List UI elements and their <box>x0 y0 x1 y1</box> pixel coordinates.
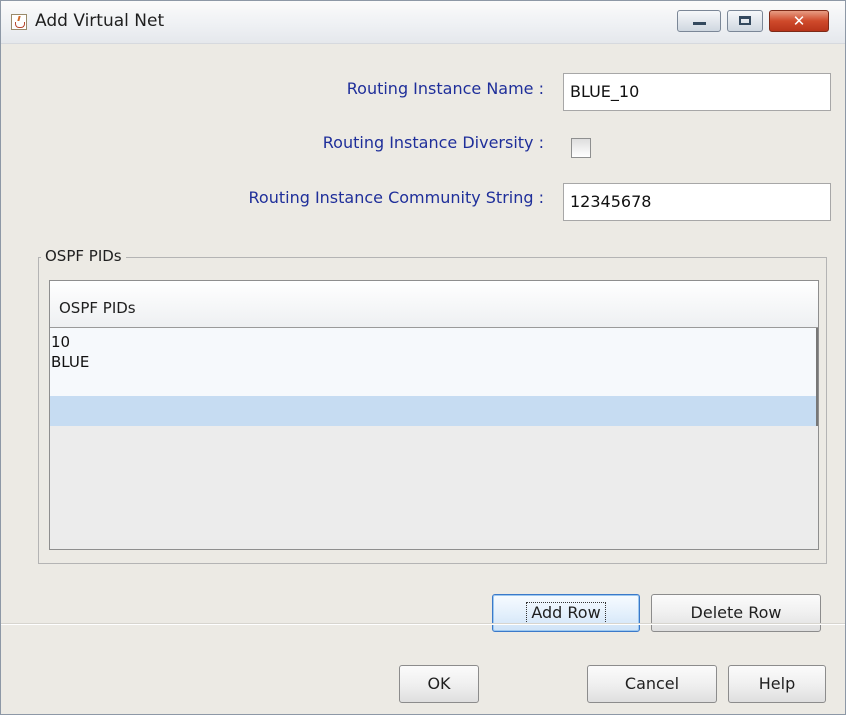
maximize-button[interactable] <box>727 10 763 32</box>
routing-instance-community-string-field[interactable]: 12345678 <box>563 183 831 221</box>
cancel-label: Cancel <box>624 674 680 693</box>
ok-button[interactable]: OK <box>399 665 479 703</box>
cancel-button[interactable]: Cancel <box>587 665 717 703</box>
close-icon: ✕ <box>792 12 806 30</box>
table-row-selected[interactable] <box>50 396 816 426</box>
delete-row-button[interactable]: Delete Row <box>651 594 821 632</box>
delete-row-label: Delete Row <box>690 603 782 622</box>
close-button[interactable]: ✕ <box>769 10 829 32</box>
routing-instance-diversity-label: Routing Instance Diversity : <box>322 133 544 152</box>
ospf-pids-column-header[interactable]: OSPF PIDs <box>50 281 818 328</box>
help-label: Help <box>758 674 796 693</box>
add-row-button[interactable]: Add Row <box>492 594 640 632</box>
ospf-pids-rows: 10 BLUE <box>50 328 818 426</box>
add-row-label: Add Row <box>526 602 606 624</box>
minimize-icon <box>693 22 706 25</box>
java-icon <box>11 14 27 30</box>
ospf-pids-group-title: OSPF PIDs <box>41 247 126 265</box>
add-virtual-net-dialog: Add Virtual Net ✕ Routing Instance Name … <box>0 0 846 715</box>
routing-instance-name-label: Routing Instance Name : <box>346 79 544 98</box>
window-title: Add Virtual Net <box>35 11 165 31</box>
maximize-icon <box>739 16 751 25</box>
button-bar-separator <box>1 623 845 625</box>
table-row[interactable]: BLUE <box>50 348 816 376</box>
ospf-pids-table: OSPF PIDs 10 BLUE <box>49 280 819 550</box>
routing-instance-community-string-label: Routing Instance Community String : <box>248 188 544 207</box>
ok-label: OK <box>427 674 451 693</box>
routing-instance-name-field[interactable]: BLUE_10 <box>563 73 831 111</box>
routing-instance-diversity-checkbox[interactable] <box>571 138 591 158</box>
help-button[interactable]: Help <box>728 665 826 703</box>
title-bar[interactable]: Add Virtual Net ✕ <box>1 1 845 44</box>
minimize-button[interactable] <box>677 10 721 32</box>
